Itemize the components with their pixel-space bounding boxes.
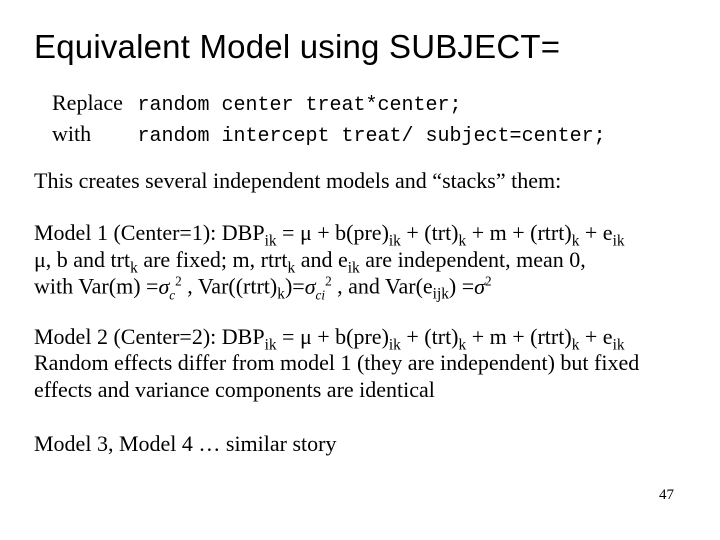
m2-line3: effects and variance components are iden… [34, 377, 435, 402]
m2-eq2: + (trt) [401, 324, 459, 349]
m1-eq4: + e [579, 220, 612, 245]
model-1-block: Model 1 (Center=1): DBPik = μ + b(pre)ik… [34, 220, 686, 300]
m1-line3-a: with Var(m) = [34, 274, 158, 299]
slide: Equivalent Model using SUBJECT= Replace … [0, 0, 720, 540]
m2-line1-a: Model 2 (Center=2): DBP [34, 324, 265, 349]
m1-line3-c: )= [285, 274, 305, 299]
sub-ik3: ik [613, 233, 625, 250]
page-number: 47 [659, 487, 674, 504]
replace-line-1: Replace random center treat*center; [52, 88, 686, 119]
m1-eq2: + (trt) [401, 220, 459, 245]
m1-line2-b: are fixed; m, rtrt [138, 247, 288, 272]
sub-k5: k [277, 286, 285, 303]
m2-eq3: + m + (rtrt) [466, 324, 571, 349]
m1-line3-b: , Var((rtrt) [182, 274, 278, 299]
code-line-1: random center treat*center; [138, 94, 462, 117]
replace-line-2: with random intercept treat/ subject=cen… [52, 119, 686, 150]
replace-label: Replace [52, 88, 132, 118]
sigma-ci: σci2 [305, 274, 332, 299]
model-2-block: Model 2 (Center=2): DBPik = μ + b(pre)ik… [34, 324, 686, 403]
model-3-line: Model 3, Model 4 … similar story [34, 431, 686, 457]
m2-eq1: = μ + b(pre) [277, 324, 389, 349]
code-line-2: random intercept treat/ subject=center; [138, 125, 606, 148]
m1-line2-c: and e [295, 247, 348, 272]
m1-line3-d: , and Var(e [332, 274, 433, 299]
m1-line3-e: ) = [449, 274, 474, 299]
m2-line2: Random effects differ from model 1 (they… [34, 350, 639, 375]
m1-eq1: = μ + b(pre) [277, 220, 389, 245]
intro-paragraph: This creates several independent models … [34, 168, 686, 194]
sub-ijk: ijk [433, 286, 449, 303]
slide-title: Equivalent Model using SUBJECT= [34, 28, 686, 66]
m1-line1-a: Model 1 (Center=1): DBP [34, 220, 265, 245]
with-label: with [52, 119, 132, 149]
sigma-c: σc2 [158, 274, 181, 299]
m2-eq4: + e [579, 324, 612, 349]
sigma-e: σ2 [474, 274, 491, 299]
m1-line2-a: μ, b and trt [34, 247, 130, 272]
m1-eq3: + m + (rtrt) [466, 220, 571, 245]
m1-line2-d: are independent, mean 0, [360, 247, 586, 272]
